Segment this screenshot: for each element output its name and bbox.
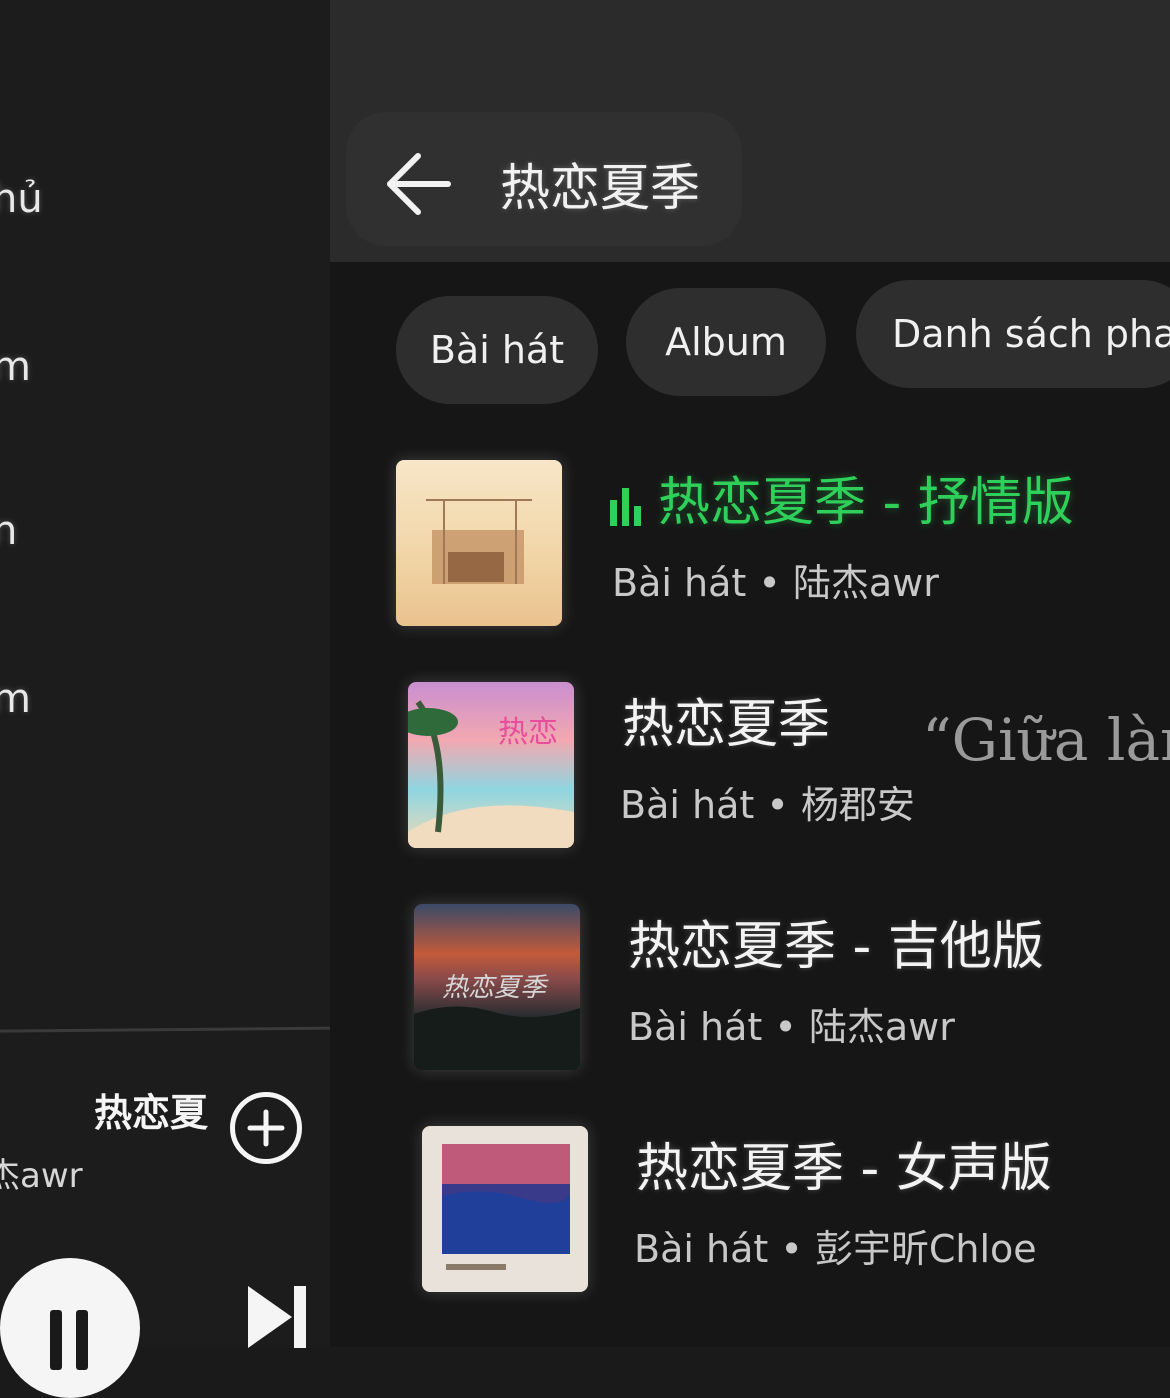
song-subtitle: Bài hát • 彭宇昕Chloe [634, 1227, 1037, 1271]
song-row[interactable]: 热恋夏季 - 抒情版 Bài hát • 陆杰awr [396, 460, 1170, 660]
sidebar-item-add[interactable]: m [0, 676, 31, 722]
skip-next-icon[interactable] [246, 1282, 310, 1352]
add-to-library-button[interactable] [230, 1092, 302, 1164]
pause-button[interactable] [0, 1258, 140, 1398]
pause-icon [50, 1310, 62, 1370]
album-art [396, 460, 562, 626]
search-query[interactable]: 热恋夏季 [500, 148, 700, 220]
plus-circle-icon [247, 1109, 285, 1147]
sidebar-divider [0, 1026, 363, 1033]
song-title: 热恋夏季 - 抒情版 [608, 460, 1074, 535]
album-art: 热恋夏季 [414, 904, 580, 1070]
mini-player-artist: 杰awr [0, 1156, 83, 1196]
mini-player-title[interactable]: 热恋夏 [94, 1082, 222, 1137]
sidebar-item-home[interactable]: hủ [0, 176, 43, 222]
arrow-left-icon [387, 153, 451, 215]
filter-chip-songs[interactable]: Bài hát [396, 296, 598, 404]
song-subtitle: Bài hát • 陆杰awr [612, 561, 939, 605]
sidebar-item-search[interactable]: m [0, 344, 31, 390]
filter-chip-playlists[interactable]: Danh sách pha [856, 280, 1170, 388]
filter-chip-album[interactable]: Album [626, 288, 826, 396]
song-row[interactable]: 热恋夏季 - 女声版 Bài hát • 彭宇昕Chloe [422, 1126, 1170, 1326]
now-playing-icon [610, 488, 641, 526]
song-title: 热恋夏季 - 吉他版 [628, 917, 1044, 977]
sidebar-item-library[interactable]: n [0, 508, 17, 554]
song-title: 热恋夏季 [622, 695, 831, 755]
svg-text:热恋夏季: 热恋夏季 [442, 973, 549, 1003]
sidebar: hủ m n m 热恋夏 杰awr [0, 0, 363, 1398]
song-title: 热恋夏季 - 女声版 [636, 1139, 1052, 1199]
song-row[interactable]: 热恋夏季 热恋夏季 - 吉他版 Bài hát • 陆杰awr [414, 904, 1170, 1104]
album-art: 热恋 [408, 682, 574, 848]
song-subtitle: Bài hát • 陆杰awr [628, 1005, 955, 1049]
back-button[interactable] [380, 148, 456, 220]
song-subtitle: Bài hát • 杨郡安 [620, 783, 915, 827]
overlay-caption: “Giữa làn [922, 706, 1170, 774]
album-art [422, 1126, 588, 1292]
svg-text:热恋: 热恋 [498, 715, 558, 750]
